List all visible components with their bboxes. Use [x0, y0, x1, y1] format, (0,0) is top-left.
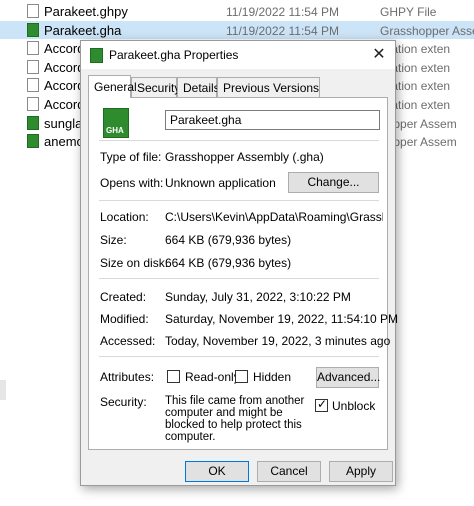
hidden-checkbox[interactable] — [235, 370, 248, 383]
file-name: Parakeet.ghpy — [44, 4, 128, 19]
opens-with-label: Opens with: — [100, 176, 164, 190]
file-icon — [27, 41, 39, 56]
gha-file-icon — [90, 48, 103, 63]
scrollbar-marker[interactable] — [0, 380, 6, 400]
gha-file-icon — [27, 22, 39, 37]
advanced-button[interactable]: Advanced... — [316, 367, 380, 388]
unblock-label: Unblock — [332, 399, 376, 413]
file-icon — [27, 97, 39, 111]
properties-dialog: Parakeet.gha Properties ✕ General Securi… — [80, 40, 398, 486]
accessed-value: Today, November 19, 2022, 3 minutes ago — [165, 334, 391, 348]
gha-file-icon: GHA — [103, 108, 129, 138]
created-label: Created: — [100, 290, 147, 304]
size-on-disk-value: 664 KB (679,936 bytes) — [165, 256, 292, 270]
created-value: Sunday, July 31, 2022, 3:10:22 PM — [165, 290, 351, 304]
tab-previous-versions[interactable]: Previous Versions — [217, 77, 320, 97]
type-label: Type of file: — [100, 150, 162, 164]
security-label: Security: — [100, 395, 147, 409]
check-icon: ✓ — [317, 397, 328, 411]
divider — [99, 356, 379, 357]
readonly-label: Read-only — [185, 370, 240, 384]
ok-button[interactable]: OK — [185, 461, 249, 482]
size-on-disk-label: Size on disk: — [100, 256, 169, 270]
file-row[interactable]: Parakeet.gha 11/19/2022 11:54 PM Grasshopp… — [0, 20, 474, 39]
modified-label: Modified: — [100, 312, 149, 326]
tab-general[interactable]: General — [88, 75, 137, 98]
modified-value: Saturday, November 19, 2022, 11:54:10 PM — [165, 312, 399, 326]
gha-file-icon — [27, 115, 39, 130]
dialog-titlebar: Parakeet.gha Properties ✕ — [81, 41, 395, 69]
tab-security[interactable]: Security — [131, 77, 180, 97]
location-label: Location: — [100, 210, 149, 224]
close-icon[interactable]: ✕ — [369, 45, 389, 65]
divider — [99, 140, 379, 141]
tab-details[interactable]: Details — [177, 77, 220, 97]
size-value: 664 KB (679,936 bytes) — [165, 233, 292, 247]
apply-button[interactable]: Apply — [329, 461, 393, 482]
file-icon — [27, 78, 39, 93]
file-name: Parakeet.gha — [44, 22, 122, 38]
size-label: Size: — [100, 233, 127, 247]
security-message: This file came from another computer and… — [165, 395, 305, 443]
general-panel: GHA Parakeet.gha Type of file: Grasshopp… — [88, 97, 398, 450]
file-type: Grasshopper Assem — [380, 23, 474, 38]
gha-file-icon — [27, 134, 39, 149]
divider — [99, 278, 379, 279]
file-icon — [27, 4, 39, 18]
divider — [99, 200, 379, 201]
opens-with-value: Unknown application — [165, 176, 276, 190]
cancel-button[interactable]: Cancel — [257, 461, 321, 482]
readonly-checkbox[interactable] — [167, 370, 180, 383]
file-name-field[interactable]: Parakeet.gha — [165, 110, 380, 130]
file-date: 11/19/2022 11:54 PM — [226, 5, 339, 19]
location-value: C:\Users\Kevin\AppData\Roaming\Grasshopp… — [165, 210, 383, 224]
dialog-title: Parakeet.gha Properties — [109, 48, 239, 62]
hidden-label: Hidden — [253, 370, 292, 384]
accessed-label: Accessed: — [100, 334, 156, 348]
change-button[interactable]: Change... — [288, 172, 379, 193]
file-type: GHPY File — [380, 5, 437, 19]
file-row[interactable]: Parakeet.ghpy 11/19/2022 11:54 PM GHPY Fil… — [0, 2, 474, 20]
attributes-label: Attributes: — [100, 370, 155, 384]
unblock-checkbox[interactable]: ✓ — [315, 397, 328, 412]
file-date: 11/19/2022 11:54 PM — [226, 23, 339, 38]
type-value: Grasshopper Assembly (.gha) — [165, 150, 324, 164]
file-icon — [27, 59, 39, 74]
